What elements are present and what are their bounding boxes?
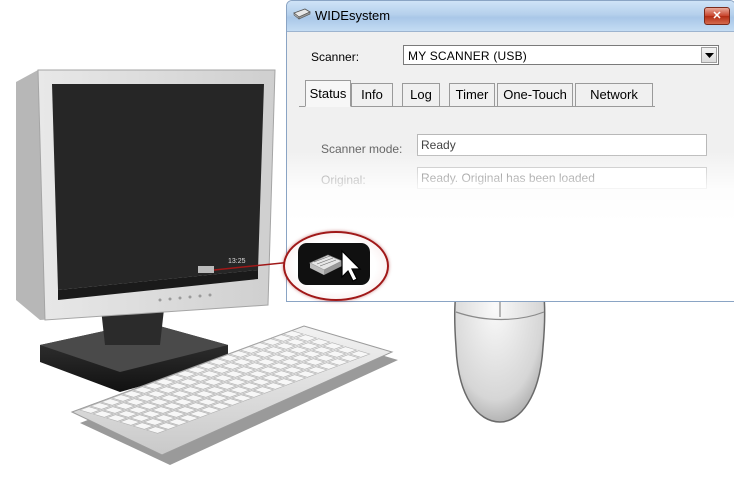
title-bar: WIDEsystem ✕	[287, 1, 734, 32]
scanner-mode-label: Scanner mode:	[321, 142, 403, 156]
close-button[interactable]: ✕	[704, 7, 730, 25]
tab-timer[interactable]: Timer	[449, 83, 495, 106]
tab-strip-line	[299, 106, 655, 107]
tray-icon-callout	[283, 231, 389, 301]
original-label: Original:	[321, 173, 366, 187]
scanner-label: Scanner:	[311, 50, 360, 64]
window-title: WIDEsystem	[315, 8, 391, 23]
tab-log[interactable]: Log	[402, 83, 440, 106]
scanner-select[interactable]: MY SCANNER (USB)	[403, 45, 719, 65]
scanner-selected-value: MY SCANNER (USB)	[408, 49, 527, 63]
tab-info[interactable]: Info	[351, 83, 393, 106]
tab-one-touch[interactable]: One-Touch	[497, 83, 573, 106]
scanner-mode-field: Ready	[417, 134, 707, 156]
dropdown-arrow-icon[interactable]	[701, 47, 717, 63]
scanner-icon	[293, 7, 311, 21]
original-field: Ready. Original has been loaded	[417, 167, 707, 189]
tab-status[interactable]: Status	[305, 80, 351, 107]
taskbar-clock: 13:25	[228, 258, 246, 265]
mouse-pointer-icon	[341, 249, 362, 282]
tab-network[interactable]: Network	[575, 83, 653, 106]
monitor: 13:25	[16, 69, 293, 321]
tray-scanner-icon	[298, 243, 370, 285]
